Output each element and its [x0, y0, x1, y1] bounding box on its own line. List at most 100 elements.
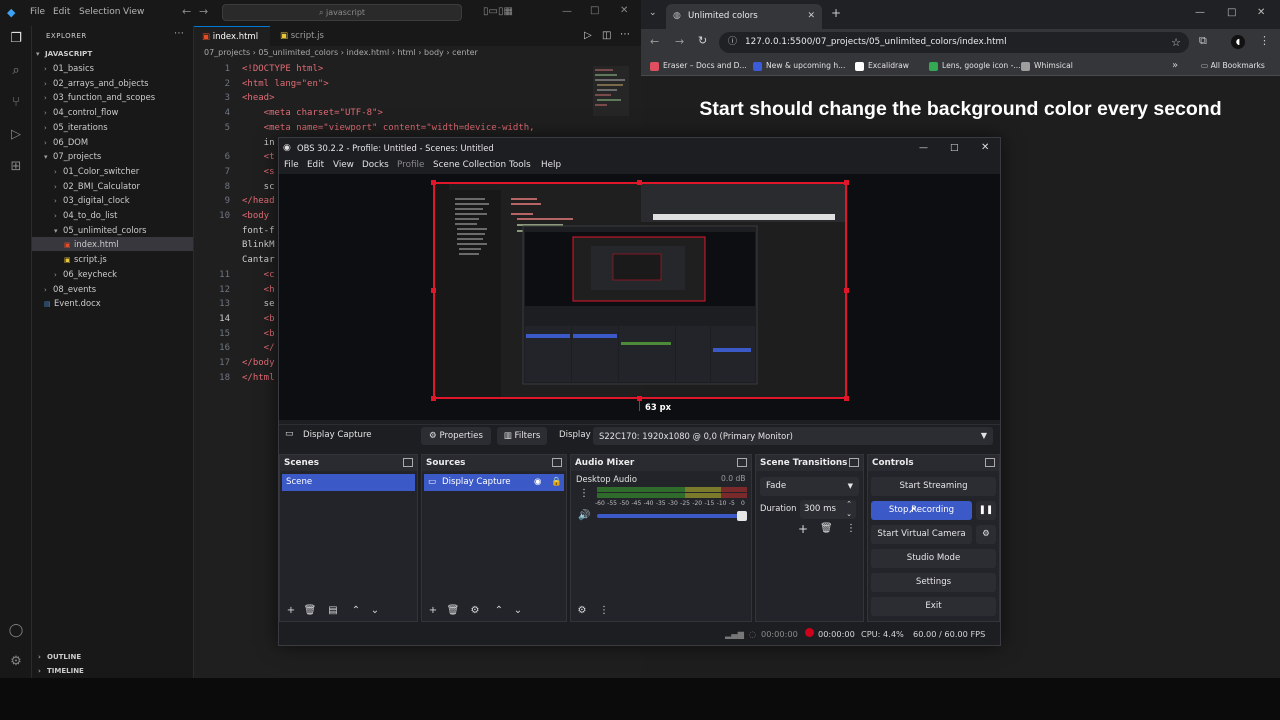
- extensions-puzzle-icon[interactable]: ⧉: [1199, 34, 1207, 48]
- profile-avatar[interactable]: ◖: [1231, 35, 1245, 49]
- filter-icon[interactable]: ▤: [326, 604, 340, 618]
- obs-menu-profile[interactable]: Profile: [397, 160, 424, 170]
- bookmark-item[interactable]: Lens, google icon -...: [929, 56, 1021, 76]
- manage-gear-icon[interactable]: ⚙: [7, 653, 25, 671]
- start-streaming-button[interactable]: Start Streaming: [871, 477, 996, 496]
- chrome-menu-icon[interactable]: ⋮: [1259, 34, 1270, 47]
- extensions-icon[interactable]: ⊞: [7, 158, 25, 176]
- chrome-minimize-icon[interactable]: —: [1195, 7, 1205, 18]
- tab-index-html[interactable]: ▣ index.html: [194, 26, 270, 46]
- obs-menu-edit[interactable]: Edit: [307, 160, 324, 170]
- command-center-search[interactable]: ⌕ javascript: [222, 4, 462, 21]
- advanced-audio-gear-icon[interactable]: ⚙: [575, 604, 589, 618]
- breadcrumb-item[interactable]: 05_unlimited_colors: [258, 48, 338, 57]
- forward-icon[interactable]: →: [675, 35, 684, 48]
- display-select[interactable]: S22C170: 1920x1080 @ 0,0 (Primary Monito…: [593, 427, 993, 445]
- obs-menu-scene-collection[interactable]: Scene Collection: [433, 160, 506, 170]
- code-line[interactable]: 2 <html lang="en">: [194, 77, 641, 91]
- pause-recording-button[interactable]: ❚❚: [976, 501, 996, 520]
- tree-folder[interactable]: › 03_function_and_scopes: [32, 90, 193, 104]
- resize-handle-top-right[interactable]: [844, 180, 849, 185]
- breadcrumb-item[interactable]: index.html: [347, 48, 390, 57]
- add-icon[interactable]: +: [426, 604, 440, 618]
- tree-folder[interactable]: › 01_Color_switcher: [32, 164, 193, 178]
- tree-folder[interactable]: › 02_BMI_Calculator: [32, 179, 193, 193]
- tree-folder[interactable]: › 01_basics: [32, 61, 193, 75]
- undock-icon[interactable]: [737, 458, 747, 467]
- menu-view[interactable]: View: [123, 7, 144, 17]
- exit-button[interactable]: Exit: [871, 597, 996, 616]
- address-bar[interactable]: ⓘ 127.0.0.1:5500/07_projects/05_unlimite…: [719, 32, 1189, 53]
- move-down-icon[interactable]: ⌄: [511, 604, 525, 618]
- menu-selection[interactable]: Selection: [79, 7, 120, 17]
- tree-folder[interactable]: › 06_DOM: [32, 135, 193, 149]
- menu-file[interactable]: File: [30, 7, 45, 17]
- bookmark-item[interactable]: Excalidraw: [855, 56, 909, 76]
- workspace-folder[interactable]: ▾ JAVASCRIPT: [32, 47, 193, 61]
- channel-menu-icon[interactable]: ⋮: [579, 488, 589, 499]
- code-line[interactable]: 5 <meta name="viewport" content="width=d…: [194, 121, 641, 135]
- tree-folder[interactable]: › 05_iterations: [32, 120, 193, 134]
- tree-file[interactable]: ▣ script.js: [32, 252, 193, 266]
- filters-button[interactable]: ▥ Filters: [497, 427, 547, 445]
- breadcrumb-item[interactable]: 07_projects: [204, 48, 250, 57]
- bookmark-star-icon[interactable]: ☆: [1171, 32, 1181, 53]
- mixer-menu-icon[interactable]: ⋮: [597, 604, 611, 618]
- transition-select[interactable]: Fade ▼: [760, 477, 859, 496]
- resize-handle-bottom-right[interactable]: [844, 396, 849, 401]
- tree-folder[interactable]: › 08_events: [32, 282, 193, 296]
- breadcrumb-item[interactable]: center: [452, 48, 478, 57]
- resize-handle-right[interactable]: [844, 288, 849, 293]
- properties-button[interactable]: ⚙ Properties: [421, 427, 491, 445]
- code-line[interactable]: 4 <meta charset="UTF-8">: [194, 106, 641, 120]
- minimize-icon[interactable]: —: [562, 6, 572, 17]
- obs-preview[interactable]: 63 px: [279, 174, 1000, 420]
- bookmarks-overflow-icon[interactable]: »: [1172, 56, 1178, 76]
- add-transition-icon[interactable]: +: [798, 522, 808, 536]
- move-down-icon[interactable]: ⌄: [368, 604, 382, 618]
- undock-icon[interactable]: [403, 458, 413, 467]
- explorer-icon[interactable]: ❐: [7, 30, 25, 48]
- display-capture-preview[interactable]: [433, 182, 847, 399]
- tree-file[interactable]: ▣ index.html: [32, 237, 193, 252]
- tab-search-icon[interactable]: ⌄: [649, 8, 657, 18]
- breadcrumb-item[interactable]: html: [397, 48, 415, 57]
- obs-menu-tools[interactable]: Tools: [509, 160, 531, 170]
- obs-menu-view[interactable]: View: [333, 160, 354, 170]
- volume-slider-thumb[interactable]: [737, 511, 747, 521]
- tree-folder[interactable]: ▾ 07_projects: [32, 149, 193, 163]
- stepper-icon[interactable]: ⌃ ⌄: [846, 499, 852, 519]
- resize-handle-left[interactable]: [431, 288, 436, 293]
- timeline-section[interactable]: › TIMELINE: [32, 664, 193, 678]
- tab-script-js[interactable]: ▣ script.js: [272, 26, 344, 46]
- forward-arrow-icon[interactable]: →: [199, 5, 208, 18]
- tree-folder[interactable]: › 04_control_flow: [32, 105, 193, 119]
- scene-item[interactable]: Scene: [282, 474, 415, 491]
- tree-folder[interactable]: ▾ 05_unlimited_colors: [32, 223, 193, 237]
- obs-maximize-icon[interactable]: □: [950, 138, 959, 158]
- tree-folder[interactable]: › 06_keycheck: [32, 267, 193, 281]
- code-line[interactable]: 1 <!DOCTYPE html>: [194, 62, 641, 76]
- move-up-icon[interactable]: ⌃: [492, 604, 506, 618]
- gear-icon[interactable]: ⚙: [468, 604, 482, 618]
- run-debug-icon[interactable]: ▷: [7, 126, 25, 144]
- obs-minimize-icon[interactable]: —: [919, 138, 928, 158]
- bookmark-item[interactable]: Whimsical: [1021, 56, 1073, 76]
- add-icon[interactable]: +: [284, 604, 298, 618]
- menu-edit[interactable]: Edit: [53, 7, 70, 17]
- undock-icon[interactable]: [552, 458, 562, 467]
- more-actions-icon[interactable]: ⋯: [620, 29, 630, 40]
- undock-icon[interactable]: [985, 458, 995, 467]
- breadcrumb-item[interactable]: body: [424, 48, 444, 57]
- search-view-icon[interactable]: ⌕: [7, 62, 25, 80]
- duration-input[interactable]: 300 ms ⌃ ⌄: [800, 500, 856, 519]
- chrome-maximize-icon[interactable]: □: [1227, 7, 1236, 18]
- tree-folder[interactable]: › 03_digital_clock: [32, 193, 193, 207]
- obs-menu-help[interactable]: Help: [541, 160, 561, 170]
- remove-transition-icon[interactable]: 🗑: [820, 523, 833, 534]
- settings-button[interactable]: Settings: [871, 573, 996, 592]
- account-icon[interactable]: ◯: [7, 622, 25, 640]
- transition-menu-icon[interactable]: ⋮: [846, 523, 856, 534]
- reload-icon[interactable]: ↻: [698, 34, 707, 47]
- source-item-display-capture[interactable]: ▭ Display Capture ◉ 🔒: [424, 474, 564, 491]
